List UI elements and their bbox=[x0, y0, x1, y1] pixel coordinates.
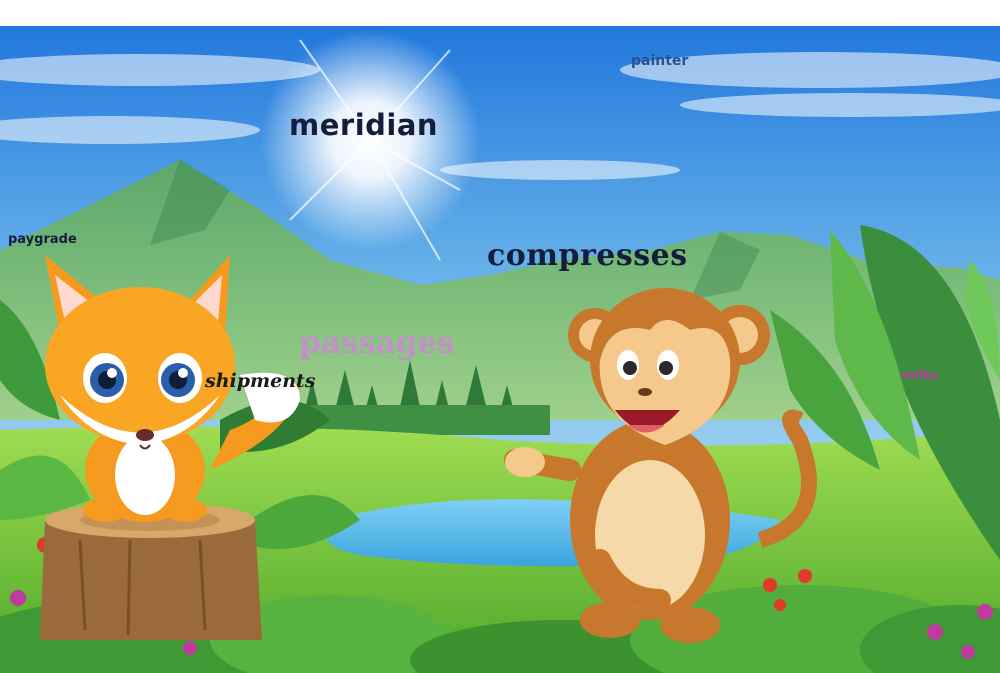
word-shipments: shipments bbox=[205, 370, 316, 392]
scene-illustration bbox=[0, 0, 1000, 673]
word-passages: passages bbox=[299, 325, 455, 361]
word-compresses: compresses bbox=[487, 238, 688, 273]
tree-stump bbox=[40, 502, 262, 640]
cartoon-scene: painter meridian paygrade compresses pas… bbox=[0, 0, 1000, 673]
word-meridian: meridian bbox=[289, 108, 439, 142]
word-paygrade: paygrade bbox=[8, 232, 77, 247]
word-milks: milks bbox=[902, 368, 938, 382]
top-border bbox=[0, 0, 1000, 26]
word-painter: painter bbox=[631, 53, 689, 69]
